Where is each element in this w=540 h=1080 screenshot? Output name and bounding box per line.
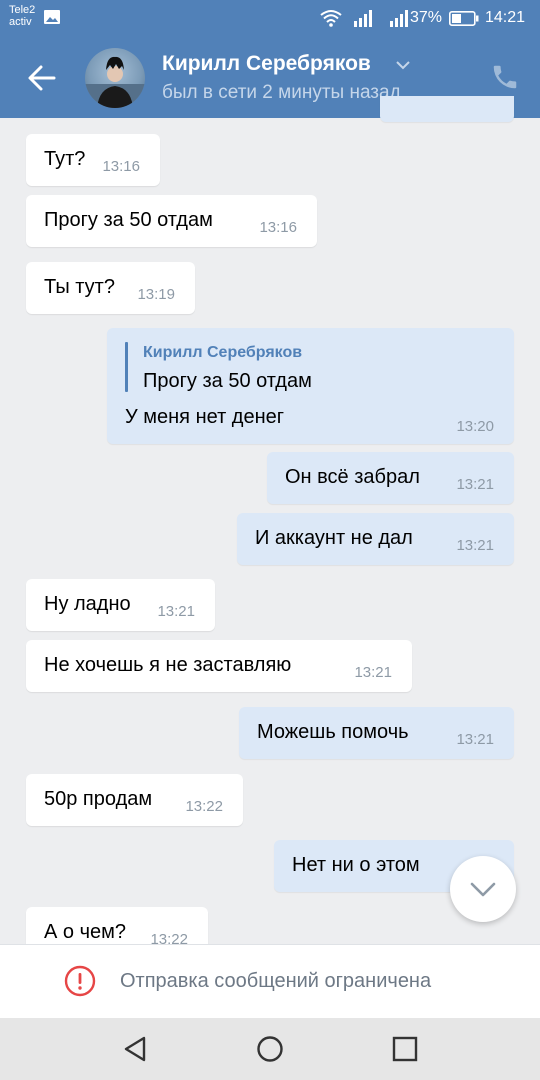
restriction-banner: Отправка сообщений ограничена <box>0 944 540 1019</box>
message-text: Ты тут? <box>44 276 115 298</box>
message-time: 13:22 <box>150 931 188 944</box>
chevron-down-icon[interactable] <box>394 58 412 72</box>
message-time: 13:16 <box>102 158 140 175</box>
message-time: 13:19 <box>137 286 175 303</box>
signal-icon <box>354 10 372 27</box>
battery-percent: 37% <box>410 9 443 26</box>
contact-status: был в сети 2 минуты назад <box>162 82 401 103</box>
message-text: Ну ладно <box>44 593 131 615</box>
carrier-label: Tele2 activ <box>9 4 35 28</box>
message-bubble[interactable]: Прогу за 50 отдам 13:16 <box>26 195 317 247</box>
message-time: 13:21 <box>456 476 494 493</box>
message-text: Не хочешь я не заставляю <box>44 654 292 676</box>
message-text: А о чем? <box>44 921 126 943</box>
phone-icon[interactable] <box>490 62 520 92</box>
arrow-left-icon[interactable] <box>20 58 66 98</box>
battery-icon <box>449 11 479 26</box>
message-time: 13:20 <box>456 418 494 435</box>
exclamation-circle-icon <box>64 965 96 997</box>
message-text: Он всё забрал <box>285 466 420 488</box>
message-bubble[interactable]: Ну ладно 13:21 <box>26 579 215 631</box>
message-bubble[interactable]: Тут? 13:16 <box>26 134 160 186</box>
message-text: 50р продам <box>44 788 153 810</box>
message-bubble[interactable]: 50р продам 13:22 <box>26 774 243 826</box>
message-bubble-partial <box>380 96 514 122</box>
message-time: 13:22 <box>185 798 223 815</box>
message-time: 13:21 <box>456 537 494 554</box>
contact-name[interactable]: Кирилл Серебряков <box>162 52 371 76</box>
reply-quote-text: Прогу за 50 отдам <box>143 370 312 392</box>
message-bubble[interactable]: Не хочешь я не заставляю 13:21 <box>26 640 412 692</box>
message-text: Нет ни о этом <box>292 854 420 876</box>
message-text: Прогу за 50 отдам <box>44 209 213 231</box>
message-text: Тут? <box>44 148 86 170</box>
status-bar: Tele2 activ 37% 14:21 <box>0 0 540 38</box>
nav-back-icon[interactable] <box>120 1034 150 1064</box>
avatar[interactable] <box>85 48 145 108</box>
message-bubble[interactable]: И аккаунт не дал 13:21 <box>237 513 514 565</box>
clock: 14:21 <box>485 9 526 26</box>
scroll-down-button[interactable] <box>450 856 516 922</box>
carrier-sub: activ <box>9 16 32 28</box>
message-time: 13:21 <box>354 664 392 681</box>
message-bubble[interactable]: Ты тут? 13:19 <box>26 262 195 314</box>
chevron-down-icon <box>470 882 496 897</box>
restriction-text: Отправка сообщений ограничена <box>120 970 432 992</box>
gallery-icon <box>44 10 60 24</box>
message-bubble[interactable]: Можешь помочь 13:21 <box>239 707 514 759</box>
system-nav-bar <box>0 1018 540 1080</box>
wifi-icon <box>320 10 342 27</box>
avatar-image <box>85 56 145 108</box>
message-text: Можешь помочь <box>257 721 409 743</box>
signal-icon-2 <box>390 10 408 27</box>
message-bubble[interactable]: Он всё забрал 13:21 <box>267 452 514 504</box>
reply-quote-bar <box>125 342 128 392</box>
message-time: 13:21 <box>157 603 195 620</box>
message-time: 13:16 <box>259 219 297 236</box>
nav-recent-apps-icon[interactable] <box>390 1034 420 1064</box>
message-text: И аккаунт не дал <box>255 527 413 549</box>
reply-quote-author: Кирилл Серебряков <box>143 344 303 361</box>
message-time: 13:21 <box>456 731 494 748</box>
nav-home-icon[interactable] <box>255 1034 285 1064</box>
message-bubble[interactable]: А о чем? 13:22 <box>26 907 208 944</box>
message-bubble-with-reply[interactable]: Кирилл Серебряков Прогу за 50 отдам У ме… <box>107 328 514 444</box>
carrier-name: Tele2 <box>9 4 36 16</box>
message-text: У меня нет денег <box>125 406 285 428</box>
